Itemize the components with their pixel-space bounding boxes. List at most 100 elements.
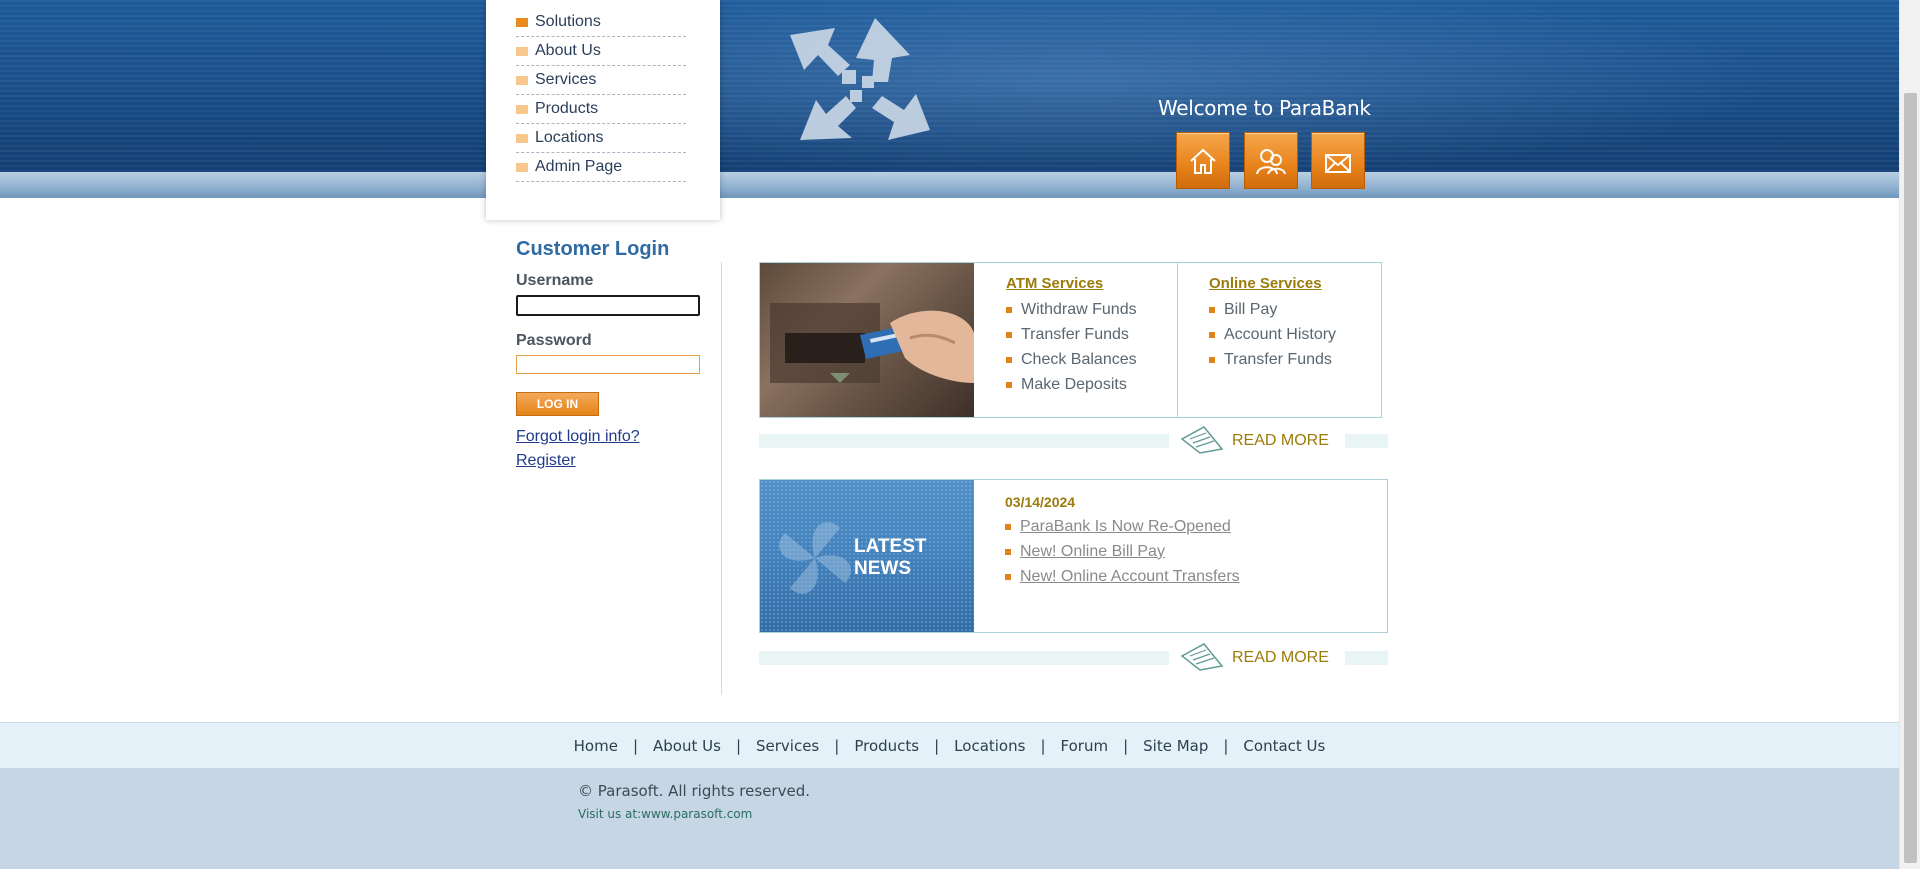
footer-link-products[interactable]: Products <box>854 737 919 755</box>
menu-item-locations[interactable]: Locations <box>516 124 686 153</box>
bullet-icon <box>1005 548 1011 555</box>
service-label: Withdraw Funds <box>1021 300 1137 318</box>
bullet-icon <box>1209 356 1215 363</box>
menu-item-services[interactable]: Services <box>516 66 686 95</box>
menu-link[interactable]: Products <box>535 100 598 118</box>
news-title-line: LATEST <box>854 536 927 557</box>
news-link[interactable]: New! Online Bill Pay <box>1020 543 1165 561</box>
parasoft-link[interactable]: www.parasoft.com <box>641 807 752 821</box>
footer-link-about-us[interactable]: About Us <box>653 737 721 755</box>
news-link[interactable]: ParaBank Is Now Re-Opened <box>1020 518 1231 536</box>
footer-link-locations[interactable]: Locations <box>954 737 1025 755</box>
column-separator <box>1177 263 1178 417</box>
bullet-square-icon <box>516 75 528 85</box>
contact-button[interactable] <box>1311 132 1365 189</box>
bullet-icon <box>1209 306 1215 313</box>
footer-separator: | <box>632 737 639 755</box>
footer-link-contact-us[interactable]: Contact Us <box>1243 737 1325 755</box>
footer-link-home[interactable]: Home <box>574 737 618 755</box>
atm-services-link[interactable]: ATM Services <box>1006 275 1103 292</box>
column-divider <box>721 262 722 695</box>
bullet-icon <box>1005 523 1011 530</box>
services-read-more-link[interactable]: READ MORE <box>1232 432 1329 450</box>
list-item: Transfer Funds <box>1209 347 1336 372</box>
atm-services-list: Withdraw Funds Transfer Funds Check Bala… <box>1006 297 1137 397</box>
footer-separator: | <box>1123 737 1129 755</box>
visit-prefix: Visit us at: <box>578 807 642 821</box>
menu-item-products[interactable]: Products <box>516 95 686 124</box>
news-title-line: NEWS <box>854 558 911 579</box>
atm-card-illustration <box>770 303 974 383</box>
service-label: Bill Pay <box>1224 300 1278 318</box>
bullet-square-icon <box>516 133 528 143</box>
menu-link[interactable]: Solutions <box>535 13 601 31</box>
footer-nav: Home | About Us | Services | Products | Loca… <box>0 723 1899 769</box>
footer-separator: | <box>834 737 840 755</box>
login-button[interactable]: LOG IN <box>516 392 599 416</box>
about-people-icon <box>1256 148 1286 174</box>
list-item: Withdraw Funds <box>1006 297 1137 322</box>
menu-link[interactable]: Locations <box>535 129 604 147</box>
menu-item-admin-page[interactable]: Admin Page <box>516 153 686 182</box>
bullet-square-icon <box>516 104 528 114</box>
news-item: New! Online Account Transfers <box>1005 564 1240 589</box>
bullet-icon <box>1005 573 1011 580</box>
username-label: Username <box>516 272 594 289</box>
menu-item-about-us[interactable]: About Us <box>516 37 686 66</box>
online-services-link[interactable]: Online Services <box>1209 275 1322 292</box>
parabank-logo-icon[interactable] <box>780 10 940 160</box>
news-link[interactable]: New! Online Account Transfers <box>1020 568 1240 586</box>
read-more-pen-icon <box>1180 643 1224 671</box>
service-label: Make Deposits <box>1021 375 1127 393</box>
service-label: Check Balances <box>1021 350 1137 368</box>
footer-separator: | <box>735 737 741 755</box>
contact-envelope-icon <box>1325 153 1351 173</box>
scrollbar-thumb[interactable] <box>1904 93 1917 863</box>
username-input[interactable] <box>516 295 700 316</box>
bullet-icon <box>1006 331 1012 338</box>
footer-link-site-map[interactable]: Site Map <box>1143 737 1208 755</box>
latest-news-image-title: LATEST NEWS <box>854 536 926 580</box>
services-box: ATM Services Withdraw Funds Transfer Fun… <box>759 262 1382 418</box>
menu-link[interactable]: About Us <box>535 42 601 60</box>
news-read-more-link[interactable]: READ MORE <box>1232 649 1329 667</box>
footer-separator: | <box>934 737 940 755</box>
welcome-heading: Welcome to ParaBank <box>1158 96 1371 120</box>
header-banner: Welcome to ParaBank <box>0 0 1900 198</box>
password-label: Password <box>516 332 592 349</box>
login-title: Customer Login <box>516 238 670 260</box>
home-icon <box>1190 148 1216 174</box>
list-item: Check Balances <box>1006 347 1137 372</box>
menu-item-solutions[interactable]: Solutions <box>516 8 686 37</box>
footer-nav-bar: Home | About Us | Services | Products | Loca… <box>0 722 1899 769</box>
list-item: Transfer Funds <box>1006 322 1137 347</box>
register-link[interactable]: Register <box>516 452 576 470</box>
menu-link[interactable]: Admin Page <box>535 158 622 176</box>
banner-stripe <box>0 172 1899 198</box>
bullet-square-icon <box>516 17 528 27</box>
list-item: Bill Pay <box>1209 297 1336 322</box>
service-label: Transfer Funds <box>1021 325 1129 343</box>
vertical-scrollbar[interactable] <box>1899 0 1920 869</box>
news-item: ParaBank Is Now Re-Opened <box>1005 514 1240 539</box>
read-more-pen-icon <box>1180 426 1224 454</box>
password-input[interactable] <box>516 355 700 374</box>
bullet-icon <box>1006 381 1012 388</box>
about-button[interactable] <box>1244 132 1298 189</box>
news-date: 03/14/2024 <box>1005 494 1076 510</box>
home-button[interactable] <box>1176 132 1230 189</box>
list-item: Account History <box>1209 322 1336 347</box>
menu-link[interactable]: Services <box>535 71 596 89</box>
bullet-icon <box>1209 331 1215 338</box>
bullet-icon <box>1006 306 1012 313</box>
footer-separator: | <box>1223 737 1229 755</box>
footer-link-forum[interactable]: Forum <box>1061 737 1109 755</box>
visit-us-text: Visit us at:www.parasoft.com <box>578 807 752 821</box>
footer-link-services[interactable]: Services <box>756 737 819 755</box>
forgot-login-link[interactable]: Forgot login info? <box>516 428 640 446</box>
main-menu: Solutions About Us Services Products Loc… <box>516 8 686 182</box>
news-item: New! Online Bill Pay <box>1005 539 1240 564</box>
left-menu-panel: Solutions About Us Services Products Loc… <box>486 0 720 220</box>
atm-image <box>760 263 974 417</box>
footer-bottom: © Parasoft. All rights reserved. Visit u… <box>0 768 1899 869</box>
